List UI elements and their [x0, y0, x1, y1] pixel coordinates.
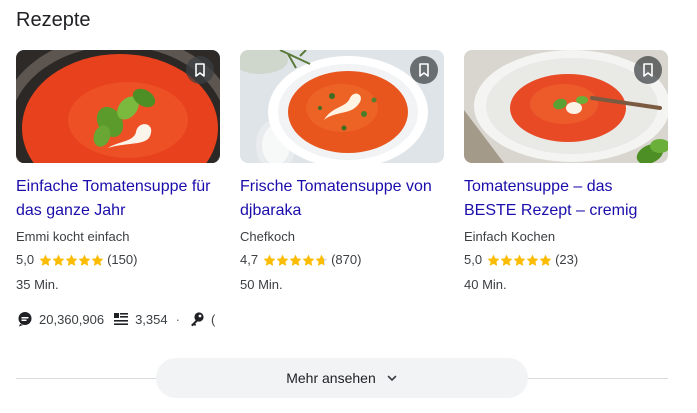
rating-row: 5,0 (23)	[464, 251, 668, 269]
bookmark-button[interactable]	[186, 56, 214, 84]
rating-count: (150)	[107, 252, 138, 267]
recipe-thumbnail[interactable]	[16, 50, 220, 163]
star-icon	[39, 254, 52, 266]
star-icon	[487, 254, 500, 266]
rating-value: 4,7	[240, 252, 259, 267]
star-icon	[276, 254, 289, 266]
recipe-card[interactable]: Frische Tomatensuppe von djbaraka Chefko…	[240, 50, 444, 293]
star-icon	[513, 254, 526, 266]
list-icon	[112, 310, 130, 328]
recipe-source: Emmi kocht einfach	[16, 229, 130, 244]
star-icon	[526, 254, 539, 266]
rating-count: (870)	[331, 252, 362, 267]
recipe-source: Chefkoch	[240, 229, 295, 244]
rating-count: (23)	[555, 252, 579, 267]
key-icon	[188, 310, 206, 328]
recipe-duration: 35 Min.	[16, 277, 59, 292]
section-title: Rezepte	[16, 9, 91, 31]
star-icon	[65, 254, 78, 266]
rating-row: 4,7 (870)	[240, 251, 444, 269]
chevron-down-icon	[386, 372, 398, 384]
star-icon	[539, 254, 552, 266]
recipe-card[interactable]: Tomatensuppe – das BESTE Rezept – cremig…	[464, 50, 668, 293]
more-button-label: Mehr ansehen	[286, 370, 376, 386]
star-icon	[302, 254, 315, 266]
star-rating	[263, 254, 328, 267]
bookmark-icon	[195, 63, 205, 77]
star-rating	[39, 254, 104, 267]
star-icon	[500, 254, 513, 266]
bookmark-icon	[419, 63, 429, 77]
recipe-source: Einfach Kochen	[464, 229, 556, 244]
views-count: 20,360,906	[39, 311, 105, 327]
star-icon	[263, 254, 276, 266]
bookmark-button[interactable]	[410, 56, 438, 84]
rating-value: 5,0	[16, 252, 35, 267]
recipe-thumbnail[interactable]	[240, 50, 444, 163]
bookmark-button[interactable]	[634, 56, 662, 84]
chat-bubble-icon	[16, 310, 34, 328]
star-icon	[52, 254, 65, 266]
rating-value: 5,0	[464, 252, 483, 267]
star-rating	[487, 254, 552, 267]
extra-count: (	[210, 311, 216, 327]
bookmark-icon	[643, 63, 653, 77]
star-icon	[91, 254, 104, 266]
rating-row: 5,0 (150)	[16, 251, 220, 269]
recipe-card[interactable]: Einfache Tomatensuppe für das ganze Jahr…	[16, 50, 220, 293]
recipe-duration: 50 Min.	[240, 277, 283, 292]
items-count: 3,354	[135, 311, 168, 327]
star-icon	[315, 254, 328, 266]
star-icon	[289, 254, 302, 266]
recipe-thumbnail[interactable]	[464, 50, 668, 163]
star-icon	[78, 254, 91, 266]
recipe-title-link[interactable]: Einfache Tomatensuppe für das ganze Jahr	[16, 175, 220, 223]
recipe-title-link[interactable]: Tomatensuppe – das BESTE Rezept – cremig…	[464, 175, 668, 223]
separator-dot: ·	[175, 311, 180, 327]
stats-row: 20,360,906 3,354 · (	[16, 309, 224, 329]
recipe-duration: 40 Min.	[464, 277, 507, 292]
recipe-title-link[interactable]: Frische Tomatensuppe von djbaraka	[240, 175, 444, 223]
more-button[interactable]: Mehr ansehen	[156, 358, 528, 398]
